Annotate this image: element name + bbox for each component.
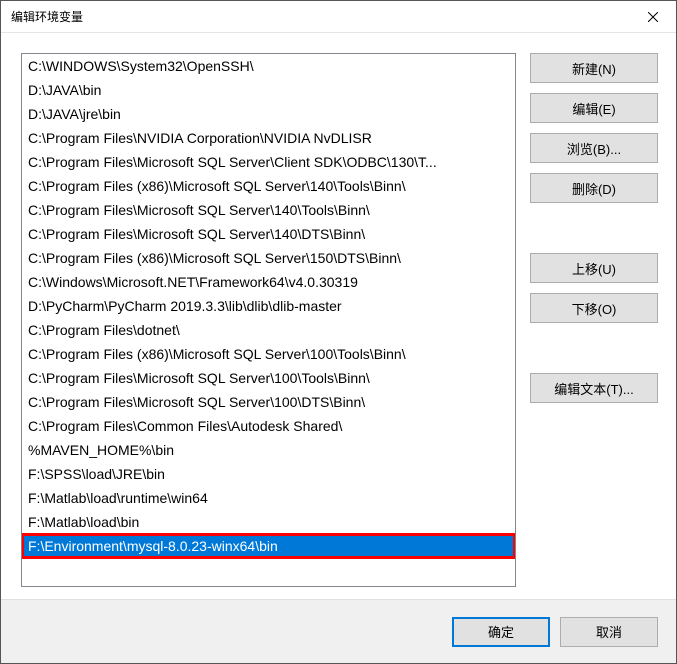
close-button[interactable] [630,1,676,33]
move-up-button[interactable]: 上移(U) [530,253,658,283]
list-item[interactable]: C:\Program Files (x86)\Microsoft SQL Ser… [22,342,515,366]
window-title: 编辑环境变量 [11,8,83,25]
list-item[interactable]: %MAVEN_HOME%\bin [22,438,515,462]
list-item[interactable]: F:\SPSS\load\JRE\bin [22,462,515,486]
list-item[interactable]: F:\Matlab\load\runtime\win64 [22,486,515,510]
list-item[interactable]: C:\Program Files\Microsoft SQL Server\10… [22,366,515,390]
list-item[interactable]: C:\Program Files\Microsoft SQL Server\14… [22,222,515,246]
list-item[interactable]: F:\Environment\mysql-8.0.23-winx64\bin [22,534,515,558]
list-item[interactable]: D:\JAVA\bin [22,78,515,102]
list-item[interactable]: D:\PyCharm\PyCharm 2019.3.3\lib\dlib\dli… [22,294,515,318]
edit-text-button[interactable]: 编辑文本(T)... [530,373,658,403]
list-item[interactable]: C:\Program Files\NVIDIA Corporation\NVID… [22,126,515,150]
list-item[interactable]: C:\Windows\Microsoft.NET\Framework64\v4.… [22,270,515,294]
list-item[interactable]: C:\Program Files\Common Files\Autodesk S… [22,414,515,438]
list-item[interactable]: C:\WINDOWS\System32\OpenSSH\ [22,54,515,78]
dialog-window: 编辑环境变量 C:\WINDOWS\System32\OpenSSH\D:\JA… [0,0,677,664]
delete-button[interactable]: 删除(D) [530,173,658,203]
close-icon [648,12,658,22]
list-item[interactable]: C:\Program Files\dotnet\ [22,318,515,342]
cancel-button[interactable]: 取消 [560,617,658,647]
new-button[interactable]: 新建(N) [530,53,658,83]
titlebar: 编辑环境变量 [1,1,676,33]
list-item[interactable]: C:\Program Files (x86)\Microsoft SQL Ser… [22,174,515,198]
button-spacer [530,213,658,243]
footer: 确定 取消 [1,599,676,663]
list-item[interactable]: C:\Program Files\Microsoft SQL Server\10… [22,390,515,414]
list-item[interactable]: F:\Matlab\load\bin [22,510,515,534]
list-item[interactable]: D:\JAVA\jre\bin [22,102,515,126]
side-button-panel: 新建(N) 编辑(E) 浏览(B)... 删除(D) 上移(U) 下移(O) 编… [530,53,658,599]
edit-button[interactable]: 编辑(E) [530,93,658,123]
browse-button[interactable]: 浏览(B)... [530,133,658,163]
button-spacer [530,333,658,363]
move-down-button[interactable]: 下移(O) [530,293,658,323]
ok-button[interactable]: 确定 [452,617,550,647]
list-item[interactable]: C:\Program Files\Microsoft SQL Server\Cl… [22,150,515,174]
content-area: C:\WINDOWS\System32\OpenSSH\D:\JAVA\binD… [1,33,676,599]
path-list[interactable]: C:\WINDOWS\System32\OpenSSH\D:\JAVA\binD… [21,53,516,587]
list-item[interactable]: C:\Program Files\Microsoft SQL Server\14… [22,198,515,222]
list-item[interactable]: C:\Program Files (x86)\Microsoft SQL Ser… [22,246,515,270]
